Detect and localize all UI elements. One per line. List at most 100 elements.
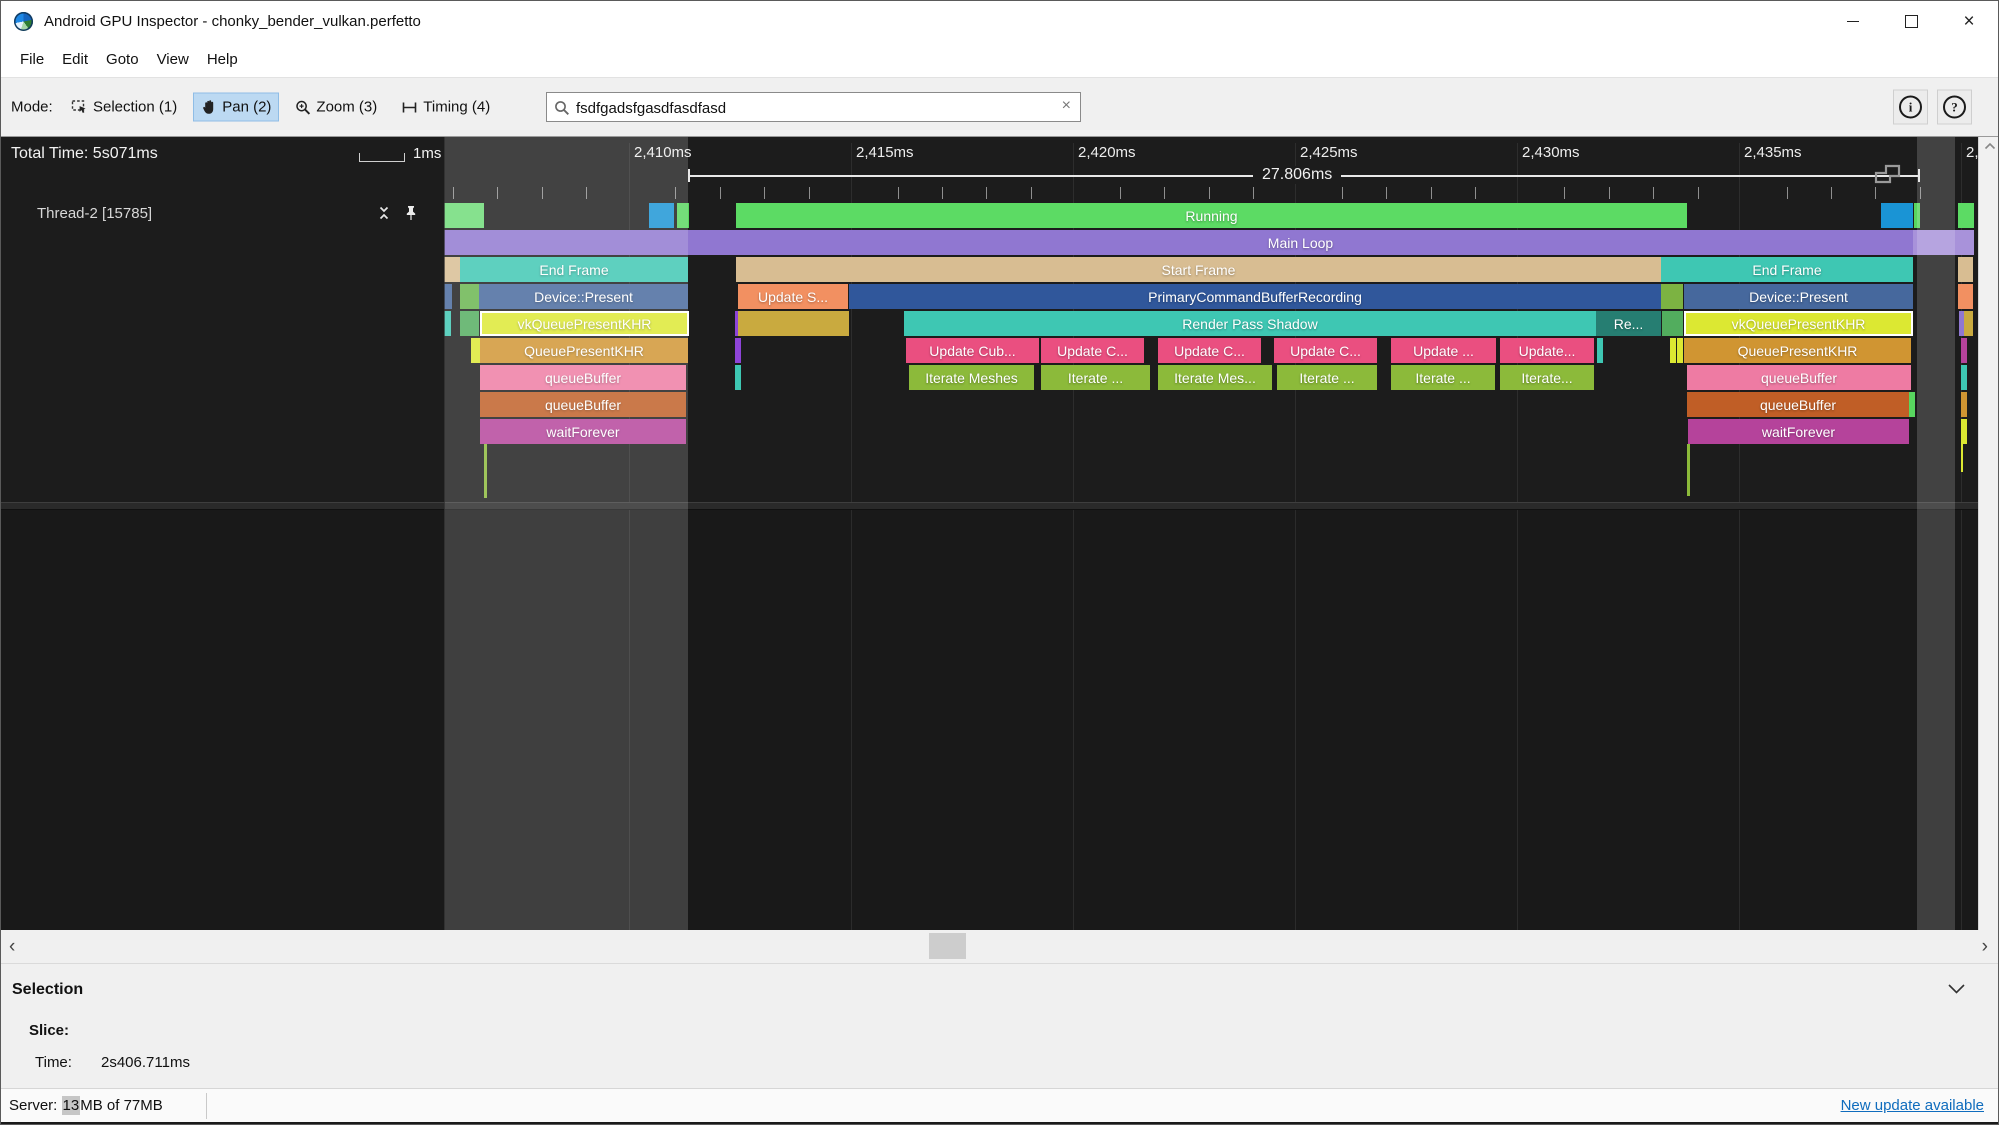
time-tick-label: 2, <box>1966 144 1979 161</box>
timeline-slice-sliver[interactable] <box>1964 311 1973 336</box>
mode-timing-button[interactable]: Timing (4) <box>393 93 498 122</box>
minor-tick <box>1787 187 1788 199</box>
timeline-slice[interactable]: Start Frame <box>736 257 1661 282</box>
menu-file[interactable]: File <box>11 47 53 72</box>
timeline-slice[interactable]: Iterate ... <box>1041 365 1150 390</box>
mode-selection-button[interactable]: Selection (1) <box>63 93 185 122</box>
chevron-down-icon[interactable] <box>1947 982 1966 1000</box>
timeline-slice[interactable]: Running <box>736 203 1687 228</box>
timeline-slice-sliver[interactable] <box>1961 419 1967 444</box>
highlight-band <box>1917 137 1955 930</box>
minor-tick <box>942 187 943 199</box>
timeline-slice[interactable]: Update... <box>1500 338 1594 363</box>
timeline-slice[interactable]: waitForever <box>1688 419 1909 444</box>
timeline-slice[interactable]: End Frame <box>1661 257 1913 282</box>
mode-zoom-button[interactable]: Zoom (3) <box>287 93 385 122</box>
timeline-slice-sliver[interactable] <box>1670 338 1676 363</box>
timeline-slice[interactable]: Re... <box>1596 311 1661 336</box>
info-button[interactable]: i <box>1893 89 1928 125</box>
track-row: queueBuffer Iterate Meshes Iterate ... Iter… <box>1 365 1998 390</box>
timeline-slice-sliver[interactable] <box>1961 392 1967 417</box>
menu-goto[interactable]: Goto <box>97 47 148 72</box>
server-label: Server: <box>9 1097 58 1114</box>
timeline-slice-sliver[interactable] <box>738 311 849 336</box>
timeline-slice-sliver[interactable] <box>1958 203 1974 228</box>
scroll-up-icon[interactable] <box>1984 142 1996 150</box>
track-row: queueBuffer queueBuffer <box>1 392 1998 417</box>
minor-tick <box>809 187 810 199</box>
timeline-slice[interactable]: Update C... <box>1274 338 1377 363</box>
timeline-slice[interactable]: vkQueuePresentKHR <box>1684 311 1913 336</box>
track-row: Main Loop <box>1 230 1998 255</box>
thread-header[interactable]: Thread-2 [15785] <box>1 197 444 231</box>
agi-logo-icon <box>14 11 33 31</box>
vertical-scrollbar[interactable] <box>1978 137 1998 930</box>
scroll-right-icon[interactable]: › <box>1982 930 1988 963</box>
scrollbar-thumb[interactable] <box>929 933 966 959</box>
close-button[interactable]: × <box>1940 1 1998 41</box>
timeline-slice-sliver[interactable] <box>1597 338 1603 363</box>
timeline-slice[interactable]: queueBuffer <box>1687 365 1911 390</box>
timeline-slice[interactable]: Iterate... <box>1500 365 1594 390</box>
measurement-label: 27.806ms <box>1253 166 1342 184</box>
close-icon: × <box>1963 10 1975 32</box>
horizontal-scrollbar[interactable]: ‹ › <box>1 930 1998 963</box>
timeline-slice[interactable]: Update Cub... <box>906 338 1039 363</box>
timeline-slice[interactable]: Main Loop <box>688 230 1913 255</box>
search-clear-icon[interactable]: × <box>1062 97 1071 115</box>
menu-help[interactable]: Help <box>198 47 247 72</box>
status-divider <box>206 1093 207 1119</box>
timeline-slice-sliver[interactable] <box>1961 365 1967 390</box>
timeline-slice-sliver[interactable] <box>1958 257 1973 282</box>
timeline-slice[interactable]: Iterate ... <box>1277 365 1377 390</box>
time-tick-label: 2,420ms <box>1078 144 1136 161</box>
timeline-slice-sliver[interactable] <box>1961 338 1967 363</box>
timeline-slice[interactable]: Device::Present <box>1684 284 1913 309</box>
timeline-slice-sliver[interactable] <box>1661 284 1683 309</box>
timeline-slice-sliver[interactable] <box>735 365 741 390</box>
timeline-slice[interactable]: Iterate ... <box>1391 365 1495 390</box>
measurement-end-tick <box>688 169 690 182</box>
thread-name: Thread-2 [15785] <box>37 205 153 222</box>
mode-zoom-label: Zoom (3) <box>316 98 378 116</box>
timeline-slice-sliver[interactable] <box>735 338 741 363</box>
minor-tick <box>1431 187 1432 199</box>
menu-edit[interactable]: Edit <box>53 47 97 72</box>
collapse-icon[interactable] <box>376 205 392 226</box>
minor-tick <box>1831 187 1832 199</box>
help-button[interactable]: ? <box>1937 89 1972 125</box>
minor-tick <box>1698 187 1699 199</box>
pin-icon[interactable] <box>404 205 418 226</box>
search-input[interactable] <box>574 94 1048 122</box>
timeline-slice[interactable]: Update S... <box>738 284 848 309</box>
scroll-left-icon[interactable]: ‹ <box>9 930 15 963</box>
timeline-slice[interactable]: queueBuffer <box>1687 392 1909 417</box>
timeline-slice[interactable]: Iterate Mes... <box>1158 365 1272 390</box>
track-panel-divider <box>1 502 1978 510</box>
maximize-button[interactable] <box>1882 1 1940 41</box>
mode-pan-button[interactable]: Pan (2) <box>193 92 280 122</box>
timeline-slice[interactable]: Update C... <box>1158 338 1261 363</box>
timeline-slice[interactable]: Update C... <box>1041 338 1144 363</box>
timeline-slice-sliver[interactable] <box>1677 338 1683 363</box>
minor-tick <box>1609 187 1610 199</box>
menu-view[interactable]: View <box>148 47 198 72</box>
timeline-slice[interactable]: QueuePresentKHR <box>1684 338 1911 363</box>
timeline-slice[interactable]: Update ... <box>1391 338 1496 363</box>
minor-tick <box>1031 187 1032 199</box>
timeline-slice[interactable]: Iterate Meshes <box>909 365 1034 390</box>
timeline-slice-sliver[interactable] <box>1662 311 1683 336</box>
timeline-slice-sliver[interactable] <box>1909 392 1915 417</box>
search-box: × <box>546 92 1081 122</box>
timeline-slice-sliver[interactable] <box>1881 203 1913 228</box>
timeline-slice[interactable]: PrimaryCommandBufferRecording <box>849 284 1661 309</box>
timeline-slice-sliver[interactable] <box>1958 284 1973 309</box>
timeline-area[interactable]: Total Time: 5s071ms 1ms 2,410ms 2,415ms 2,… <box>1 137 1998 930</box>
update-link[interactable]: New update available <box>1841 1097 1984 1114</box>
minor-tick <box>1564 187 1565 199</box>
timeline-slice[interactable]: Render Pass Shadow <box>904 311 1596 336</box>
minimize-button[interactable] <box>1824 1 1882 41</box>
track-row: waitForever waitForever <box>1 419 1998 444</box>
total-time: Total Time: 5s071ms <box>11 145 158 162</box>
menu-bar: File Edit Goto View Help <box>1 41 1998 77</box>
